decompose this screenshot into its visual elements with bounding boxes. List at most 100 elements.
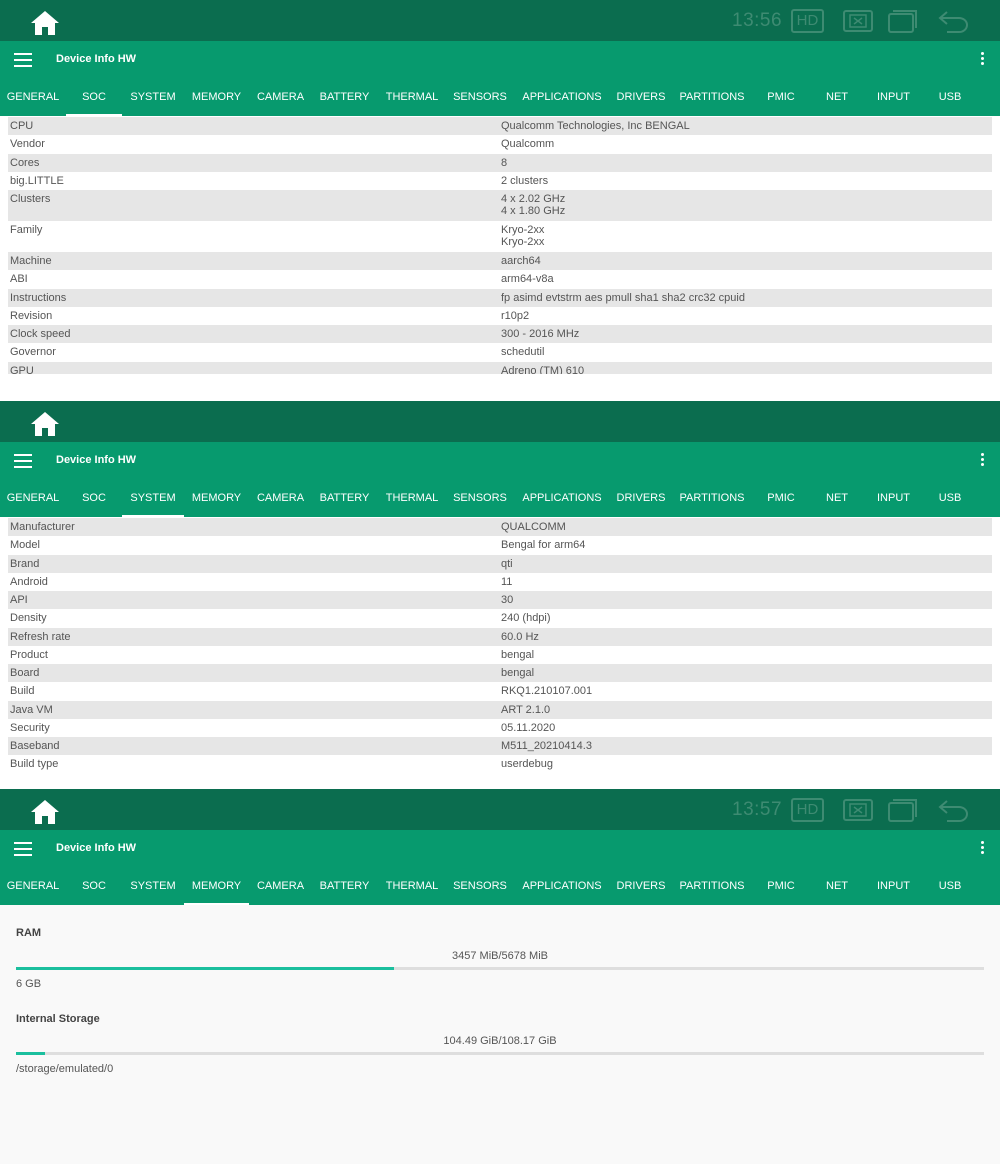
info-value: arm64-v8a bbox=[501, 273, 554, 286]
tab-soc[interactable]: SOC bbox=[66, 90, 122, 116]
tab-general[interactable]: GENERAL bbox=[0, 90, 66, 116]
recent-apps-icon[interactable] bbox=[887, 798, 919, 822]
info-row: Refresh rate 60.0 Hz bbox=[8, 627, 992, 646]
info-row: Governor schedutil bbox=[8, 343, 992, 361]
tab-camera[interactable]: CAMERA bbox=[249, 90, 312, 116]
info-key: Model bbox=[10, 539, 40, 552]
tab-usb[interactable]: USB bbox=[922, 491, 978, 517]
tab-net[interactable]: NET bbox=[809, 491, 865, 517]
tab-pmic[interactable]: PMIC bbox=[753, 90, 809, 116]
home-icon[interactable] bbox=[30, 411, 60, 437]
info-key: Governor bbox=[10, 346, 56, 359]
info-key: Product bbox=[10, 648, 48, 661]
home-icon[interactable] bbox=[30, 10, 60, 36]
info-row: Brand qti bbox=[8, 554, 992, 573]
tab-net[interactable]: NET bbox=[809, 90, 865, 116]
tab-input[interactable]: INPUT bbox=[865, 879, 922, 905]
menu-icon[interactable] bbox=[14, 454, 32, 468]
info-value: QUALCOMM bbox=[501, 521, 566, 533]
info-row: Family Kryo-2xx Kryo-2xx bbox=[8, 221, 992, 252]
tab-thermal[interactable]: THERMAL bbox=[377, 491, 447, 517]
tab-applications[interactable]: APPLICATIONS bbox=[513, 879, 611, 905]
close-app-icon[interactable] bbox=[843, 798, 873, 822]
tab-camera[interactable]: CAMERA bbox=[249, 491, 312, 517]
tab-soc[interactable]: SOC bbox=[66, 879, 122, 905]
info-row: Model Bengal for arm64 bbox=[8, 536, 992, 554]
info-value: r10p2 bbox=[501, 309, 530, 322]
tab-input[interactable]: INPUT bbox=[865, 90, 922, 116]
tab-battery[interactable]: BATTERY bbox=[312, 879, 377, 905]
tab-thermal[interactable]: THERMAL bbox=[377, 90, 447, 116]
tab-partitions[interactable]: PARTITIONS bbox=[671, 491, 753, 517]
info-row: Build type userdebug bbox=[8, 755, 992, 773]
tab-system[interactable]: SYSTEM bbox=[122, 879, 184, 905]
app-title: Device Info HW bbox=[56, 842, 137, 854]
info-value: 240 (hdpi) bbox=[501, 612, 551, 625]
tab-bar: GENERAL SOC SYSTEM MEMORY CAMERA BATTERY THERM… bbox=[0, 491, 1000, 517]
tab-memory[interactable]: MEMORY bbox=[184, 879, 249, 905]
tab-applications[interactable]: APPLICATIONS bbox=[513, 491, 611, 517]
tab-sensors[interactable]: SENSORS bbox=[446, 90, 514, 116]
tab-pmic[interactable]: PMIC bbox=[753, 491, 809, 517]
info-row: Manufacturer QUALCOMM bbox=[8, 518, 992, 537]
storage-progress-fill bbox=[16, 1052, 46, 1055]
close-app-icon[interactable] bbox=[843, 9, 873, 33]
home-icon[interactable] bbox=[30, 799, 60, 825]
app-title: Device Info HW bbox=[56, 53, 137, 65]
info-row: ABI arm64-v8a bbox=[8, 270, 992, 288]
back-icon[interactable] bbox=[937, 9, 969, 33]
tab-sensors[interactable]: SENSORS bbox=[446, 491, 514, 517]
tab-battery[interactable]: BATTERY bbox=[312, 491, 377, 517]
info-value: userdebug bbox=[501, 758, 553, 771]
info-row: big.LITTLE 2 clusters bbox=[8, 172, 992, 190]
hd-icon[interactable]: HD bbox=[791, 9, 824, 33]
info-key: Density bbox=[10, 612, 47, 625]
tab-usb[interactable]: USB bbox=[922, 90, 978, 116]
tab-sensors[interactable]: SENSORS bbox=[446, 879, 514, 905]
tab-memory[interactable]: MEMORY bbox=[184, 491, 249, 517]
tab-general[interactable]: GENERAL bbox=[0, 879, 66, 905]
tab-applications[interactable]: APPLICATIONS bbox=[513, 90, 611, 116]
back-icon[interactable] bbox=[937, 798, 969, 822]
storage-usage: 104.49 GiB/108.17 GiB bbox=[443, 1035, 557, 1047]
tab-system[interactable]: SYSTEM bbox=[122, 90, 184, 116]
tab-pmic[interactable]: PMIC bbox=[753, 879, 809, 905]
tab-system[interactable]: SYSTEM bbox=[122, 491, 184, 517]
tab-drivers[interactable]: DRIVERS bbox=[611, 491, 671, 517]
info-row: Clusters 4 x 2.02 GHz 4 x 1.80 GHz bbox=[8, 190, 992, 221]
info-value: Bengal for arm64 bbox=[501, 539, 586, 552]
info-row: Density 240 (hdpi) bbox=[8, 609, 992, 627]
more-options-icon[interactable] bbox=[978, 52, 986, 68]
tab-memory[interactable]: MEMORY bbox=[184, 90, 249, 116]
tab-thermal[interactable]: THERMAL bbox=[377, 879, 447, 905]
tab-camera[interactable]: CAMERA bbox=[249, 879, 312, 905]
info-value: Qualcomm bbox=[501, 138, 555, 151]
info-value: 05.11.2020 bbox=[501, 721, 556, 734]
tab-partitions[interactable]: PARTITIONS bbox=[671, 879, 753, 905]
tab-battery[interactable]: BATTERY bbox=[312, 90, 377, 116]
more-options-icon[interactable] bbox=[978, 453, 986, 469]
tab-input[interactable]: INPUT bbox=[865, 491, 922, 517]
more-options-icon[interactable] bbox=[978, 841, 986, 857]
hd-icon[interactable]: HD bbox=[791, 798, 824, 822]
menu-icon[interactable] bbox=[14, 842, 32, 856]
tab-soc[interactable]: SOC bbox=[66, 491, 122, 517]
info-key: Refresh rate bbox=[10, 630, 71, 643]
ram-progress-bar bbox=[16, 967, 984, 970]
storage-label: Internal Storage bbox=[16, 1013, 100, 1025]
tab-net[interactable]: NET bbox=[809, 879, 865, 905]
tab-usb[interactable]: USB bbox=[922, 879, 978, 905]
tab-partitions[interactable]: PARTITIONS bbox=[671, 90, 753, 116]
info-key: Cores bbox=[10, 156, 40, 169]
tab-drivers[interactable]: DRIVERS bbox=[611, 90, 671, 116]
menu-icon[interactable] bbox=[14, 53, 32, 67]
info-row: GPU Adreno (TM) 610 bbox=[8, 361, 992, 374]
tab-drivers[interactable]: DRIVERS bbox=[611, 879, 671, 905]
recent-apps-icon[interactable] bbox=[887, 9, 919, 33]
info-value: 60.0 Hz bbox=[501, 630, 539, 643]
tab-general[interactable]: GENERAL bbox=[0, 491, 66, 517]
soc-info-table: CPU Qualcomm Technologies, Inc BENGAL Vend… bbox=[8, 117, 992, 374]
info-row: Android 11 bbox=[8, 573, 992, 591]
info-row: Clock speed 300 - 2016 MHz bbox=[8, 325, 992, 344]
info-row: Baseband M511_20210414.3 bbox=[8, 737, 992, 756]
